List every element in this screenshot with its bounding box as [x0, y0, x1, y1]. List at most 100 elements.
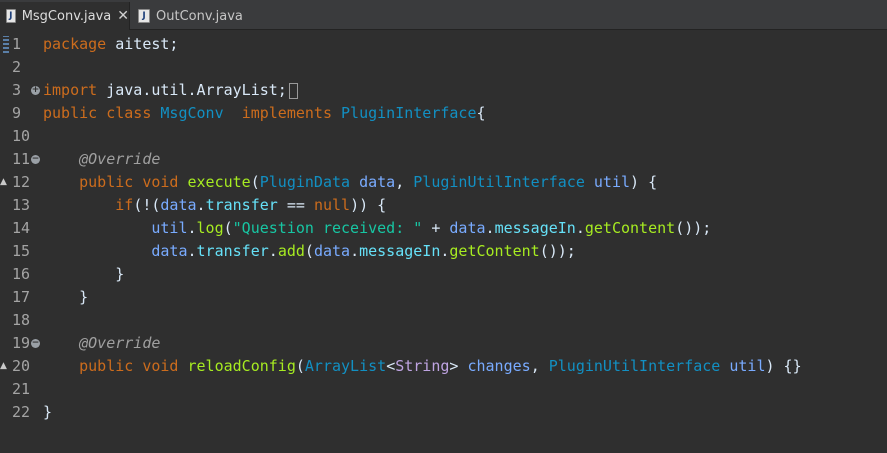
tab-label: OutConv.java: [156, 8, 243, 24]
code-line[interactable]: 12 ▲ public void execute(PluginData data,…: [0, 171, 887, 194]
code-text[interactable]: public class MsgConv implements PluginIn…: [43, 102, 486, 125]
code-token: }: [43, 288, 89, 306]
line-gutter[interactable]: 9: [0, 102, 40, 125]
code-line[interactable]: 11− @Override: [0, 148, 887, 171]
code-line[interactable]: 9 public class MsgConv implements PluginI…: [0, 102, 887, 125]
code-line[interactable]: 10: [0, 125, 887, 148]
line-number: 12: [12, 173, 31, 191]
code-line[interactable]: 15 data.transfer.add(data.messageIn.getC…: [0, 240, 887, 263]
code-token: transfer: [196, 242, 269, 260]
line-number: 2: [12, 58, 22, 76]
code-text[interactable]: import java.util.ArrayList;: [43, 79, 298, 102]
line-gutter[interactable]: 14: [0, 217, 40, 240]
code-token: add: [277, 242, 305, 260]
code-token: ());: [539, 242, 576, 260]
code-editor[interactable]: 1 package aitest; 2 3 + import java.util.Arra…: [0, 31, 887, 453]
code-token: getContent: [584, 219, 676, 237]
line-gutter[interactable]: 3 +: [0, 79, 40, 102]
code-text[interactable]: @Override: [43, 148, 160, 171]
line-number: 18: [12, 311, 31, 329]
code-line[interactable]: 21: [0, 378, 887, 401]
line-number: 9: [12, 104, 22, 122]
code-line[interactable]: 20 ▲ public void reloadConfig(ArrayList<S…: [0, 355, 887, 378]
code-token: .: [575, 219, 585, 237]
code-token: execute: [187, 173, 251, 191]
line-gutter[interactable]: 15: [0, 240, 40, 263]
code-token: .: [187, 242, 197, 260]
code-token: implements: [241, 104, 332, 122]
line-gutter[interactable]: 11−: [0, 148, 40, 171]
code-line[interactable]: 14 util.log("Question received: " + data…: [0, 217, 887, 240]
code-token: .: [268, 242, 278, 260]
code-line[interactable]: 19− @Override: [0, 332, 887, 355]
code-token: if: [115, 196, 134, 214]
code-token: <: [386, 357, 396, 375]
line-number: 13: [12, 196, 31, 214]
code-token: (: [250, 173, 260, 191]
code-token: .: [187, 219, 197, 237]
code-line[interactable]: 3 + import java.util.ArrayList;: [0, 79, 887, 102]
code-text[interactable]: public void reloadConfig(ArrayList<Strin…: [43, 355, 802, 378]
line-gutter[interactable]: 16: [0, 263, 40, 286]
code-token: data: [449, 219, 486, 237]
code-token: ArrayList: [304, 357, 387, 375]
code-token: MsgConv: [160, 104, 224, 122]
code-token: }: [43, 265, 125, 283]
code-text[interactable]: public void execute(PluginData data, Plu…: [43, 171, 657, 194]
code-text[interactable]: data.transfer.add(data.messageIn.getCont…: [43, 240, 576, 263]
line-gutter[interactable]: 13: [0, 194, 40, 217]
code-text[interactable]: }: [43, 286, 88, 309]
code-token: (!(: [133, 196, 161, 214]
code-text[interactable]: }: [43, 401, 52, 424]
line-gutter[interactable]: 18: [0, 309, 40, 332]
code-token: void: [142, 357, 179, 375]
line-gutter[interactable]: 21: [0, 378, 40, 401]
code-line[interactable]: 2: [0, 56, 887, 79]
line-gutter[interactable]: 19−: [0, 332, 40, 355]
code-text[interactable]: package aitest;: [43, 33, 178, 56]
line-gutter[interactable]: 10: [0, 125, 40, 148]
code-text[interactable]: @Override: [43, 332, 160, 355]
code-text[interactable]: }: [43, 263, 124, 286]
line-number: 17: [12, 288, 31, 306]
tab-outconv[interactable]: J OutConv.java: [132, 2, 244, 30]
code-token: @Override: [79, 150, 161, 168]
line-number: 21: [12, 380, 31, 398]
code-token: log: [196, 219, 224, 237]
line-number: 11: [12, 150, 31, 168]
close-icon[interactable]: ✕: [117, 8, 129, 24]
code-line[interactable]: 17 }: [0, 286, 887, 309]
code-token: PluginUtilInterface: [548, 357, 721, 375]
code-token: ());: [675, 219, 712, 237]
collapsed-region-marker[interactable]: [288, 82, 298, 99]
code-line[interactable]: 16 }: [0, 263, 887, 286]
code-token: void: [142, 173, 179, 191]
code-token: .: [196, 196, 206, 214]
code-token: +: [422, 219, 450, 237]
line-gutter[interactable]: 2: [0, 56, 40, 79]
code-token: ) {: [630, 173, 658, 191]
code-line[interactable]: 22}: [0, 401, 887, 424]
fold-expand-icon[interactable]: +: [31, 86, 40, 95]
code-text[interactable]: if(!(data.transfer == null)) {: [43, 194, 386, 217]
override-indicator-icon[interactable]: ▲: [0, 361, 7, 371]
code-text[interactable]: util.log("Question received: " + data.me…: [43, 217, 711, 240]
line-gutter[interactable]: 20 ▲: [0, 355, 40, 378]
fold-collapse-icon[interactable]: −: [31, 155, 40, 164]
line-gutter[interactable]: 17: [0, 286, 40, 309]
line-gutter[interactable]: 22: [0, 401, 40, 424]
tab-msgconv[interactable]: J MsgConv.java ✕: [0, 2, 130, 30]
code-line[interactable]: 13 if(!(data.transfer == null)) {: [0, 194, 887, 217]
code-line[interactable]: 1 package aitest;: [0, 33, 887, 56]
code-line[interactable]: 18: [0, 309, 887, 332]
fold-collapse-icon[interactable]: −: [31, 339, 40, 348]
line-gutter[interactable]: 1: [0, 33, 40, 56]
code-token: util: [593, 173, 631, 191]
override-indicator-icon[interactable]: ▲: [0, 177, 7, 187]
line-gutter[interactable]: 12 ▲: [0, 171, 40, 194]
